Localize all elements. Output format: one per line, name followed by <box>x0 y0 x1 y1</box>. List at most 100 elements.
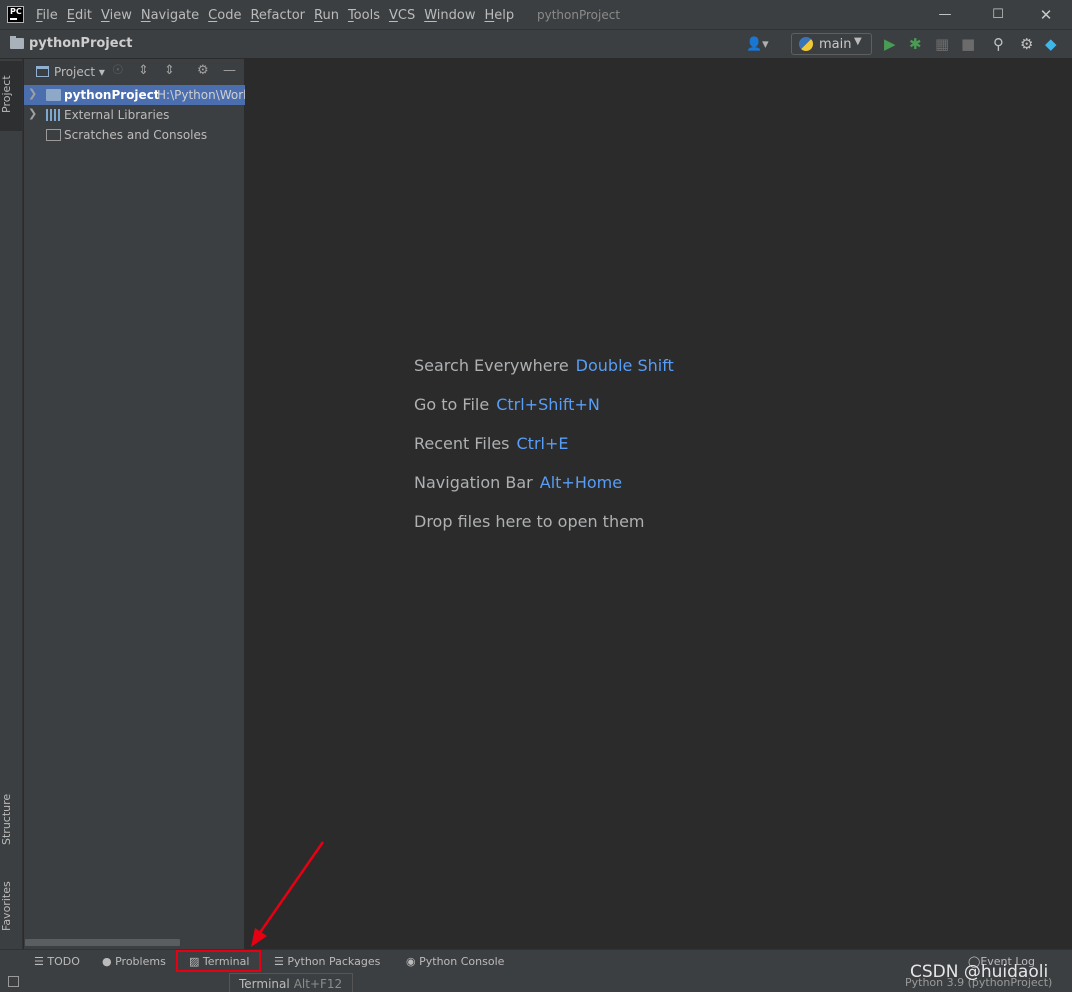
python-icon: ◉ <box>406 955 416 968</box>
library-icon <box>46 109 61 121</box>
tool-windows-toggle-icon[interactable] <box>8 976 19 987</box>
tooltip-label: Terminal <box>239 977 290 991</box>
list-icon: ☰ <box>34 955 44 968</box>
info-icon: ● <box>102 955 112 968</box>
tab-python-console-label: Python Console <box>419 955 505 968</box>
arrow-head <box>251 928 267 947</box>
gear-icon[interactable]: ⚙ <box>1020 35 1033 53</box>
close-button[interactable]: ✕ <box>1031 4 1061 26</box>
chevron-down-icon: ▼ <box>854 36 862 47</box>
run-configuration-dropdown[interactable]: main ▼ <box>791 33 872 55</box>
hint-label: Recent Files <box>414 434 510 453</box>
hint-shortcut: Double Shift <box>575 356 674 375</box>
tab-problems[interactable]: ● Problems <box>102 955 166 968</box>
menu-view[interactable]: View <box>101 8 132 23</box>
jetbrains-toolbox-icon[interactable]: ◆ <box>1045 35 1057 53</box>
terminal-tooltip: Terminal Alt+F12 <box>229 973 353 992</box>
watermark: CSDN @huidaoli <box>910 962 1049 982</box>
gear-icon[interactable]: ⚙ <box>197 63 209 78</box>
tab-project[interactable]: Project <box>0 61 22 131</box>
tab-project-label: Project <box>0 75 13 113</box>
tab-problems-label: Problems <box>115 955 166 968</box>
run-icon[interactable]: ▶ <box>884 35 896 53</box>
hint-drop-files: Drop files here to open them <box>414 512 645 531</box>
debug-icon[interactable]: ✱ <box>909 35 922 53</box>
project-view-dropdown[interactable]: Project ▾ <box>54 65 105 79</box>
horizontal-scrollbar[interactable] <box>25 939 180 946</box>
hint-shortcut: Ctrl+Shift+N <box>496 395 600 414</box>
menu-help[interactable]: Help <box>485 8 515 23</box>
editor-empty-area[interactable]: Search Everywhere Double Shift Go to File… <box>246 59 1072 949</box>
search-icon[interactable]: ⚲ <box>993 35 1004 53</box>
tab-structure-label: Structure <box>0 793 13 845</box>
expand-all-icon[interactable]: ⇕ <box>138 63 149 78</box>
hint-go-to-file: Go to File Ctrl+Shift+N <box>414 395 600 414</box>
arrow-shaft <box>257 841 325 935</box>
tooltip-shortcut: Alt+F12 <box>293 977 343 991</box>
tab-structure[interactable]: Structure <box>0 784 22 854</box>
menu-file[interactable]: File <box>36 8 58 23</box>
annotation-arrow <box>251 841 325 947</box>
window-title: pythonProject <box>537 8 621 22</box>
tree-item-path: H:\Python\Work <box>157 88 245 102</box>
hint-navigation-bar: Navigation Bar Alt+Home <box>414 473 622 492</box>
tab-terminal[interactable]: ▨ Terminal <box>189 955 249 968</box>
hint-label: Go to File <box>414 395 490 414</box>
stop-icon[interactable]: ■ <box>961 35 975 53</box>
hint-label: Navigation Bar <box>414 473 533 492</box>
menu-bar: File Edit View Navigate Code Refactor Ru… <box>36 0 523 30</box>
minimize-button[interactable]: — <box>930 4 960 26</box>
maximize-button[interactable]: ☐ <box>983 4 1013 26</box>
scratches-icon <box>46 129 61 141</box>
hint-shortcut: Ctrl+E <box>516 434 569 453</box>
run-configuration-label: main <box>819 37 852 52</box>
tab-favorites-label: Favorites <box>0 881 13 932</box>
tree-item-label: Scratches and Consoles <box>64 128 208 142</box>
breadcrumb-project[interactable]: pythonProject <box>29 36 133 51</box>
menu-code[interactable]: Code <box>208 8 241 23</box>
hide-icon[interactable]: — <box>223 63 236 78</box>
menu-refactor[interactable]: Refactor <box>250 8 305 23</box>
collapse-all-icon[interactable]: ⇕ <box>164 63 175 78</box>
hint-recent-files: Recent Files Ctrl+E <box>414 434 568 453</box>
project-tool-window: Project ▾ ☉ ⇕ ⇕ ⚙ — ❯ pythonProject H:\P… <box>24 59 245 949</box>
layers-icon: ☰ <box>274 955 284 968</box>
tab-todo[interactable]: ☰ TODO <box>34 955 80 968</box>
folder-icon <box>46 89 61 101</box>
terminal-icon: ▨ <box>189 955 200 968</box>
menu-navigate[interactable]: Navigate <box>141 8 199 23</box>
hint-label: Search Everywhere <box>414 356 569 375</box>
locate-icon[interactable]: ☉ <box>112 63 124 78</box>
chevron-right-icon[interactable]: ❯ <box>28 87 37 100</box>
left-tool-stripe: Project Structure Favorites <box>0 59 23 949</box>
tree-item-project[interactable]: ❯ pythonProject H:\Python\Work <box>24 85 245 105</box>
coverage-icon[interactable]: ▦ <box>935 35 949 53</box>
tab-python-packages-label: Python Packages <box>287 955 381 968</box>
tree-item-external-libraries[interactable]: ❯ External Libraries <box>24 105 245 125</box>
tree-item-label: pythonProject <box>64 88 160 102</box>
pycharm-logo-icon: PC <box>7 6 24 23</box>
chevron-right-icon[interactable]: ❯ <box>28 107 37 120</box>
python-icon <box>799 37 813 51</box>
project-view-label: Project <box>54 65 96 79</box>
menu-tools[interactable]: Tools <box>348 8 380 23</box>
user-icon[interactable]: 👤▾ <box>746 37 769 52</box>
hint-search-everywhere: Search Everywhere Double Shift <box>414 356 674 375</box>
tree-item-label: External Libraries <box>64 108 170 122</box>
menu-window[interactable]: Window <box>424 8 475 23</box>
project-view-icon <box>36 66 49 77</box>
tab-python-console[interactable]: ◉ Python Console <box>406 955 504 968</box>
menu-run[interactable]: Run <box>314 8 339 23</box>
hint-shortcut: Alt+Home <box>539 473 623 492</box>
hint-label: Drop files here to open them <box>414 512 645 531</box>
tab-terminal-label: Terminal <box>202 955 250 968</box>
menu-vcs[interactable]: VCS <box>389 8 415 23</box>
tab-python-packages[interactable]: ☰ Python Packages <box>274 955 380 968</box>
menu-edit[interactable]: Edit <box>67 8 92 23</box>
project-panel-header: Project ▾ ☉ ⇕ ⇕ ⚙ — <box>24 59 245 85</box>
tab-favorites[interactable]: Favorites <box>0 869 22 944</box>
tab-todo-label: TODO <box>47 955 80 968</box>
title-bar: PC File Edit View Navigate Code Refactor… <box>0 0 1072 30</box>
logo-text: PC <box>10 7 22 16</box>
tree-item-scratches[interactable]: Scratches and Consoles <box>24 125 245 145</box>
